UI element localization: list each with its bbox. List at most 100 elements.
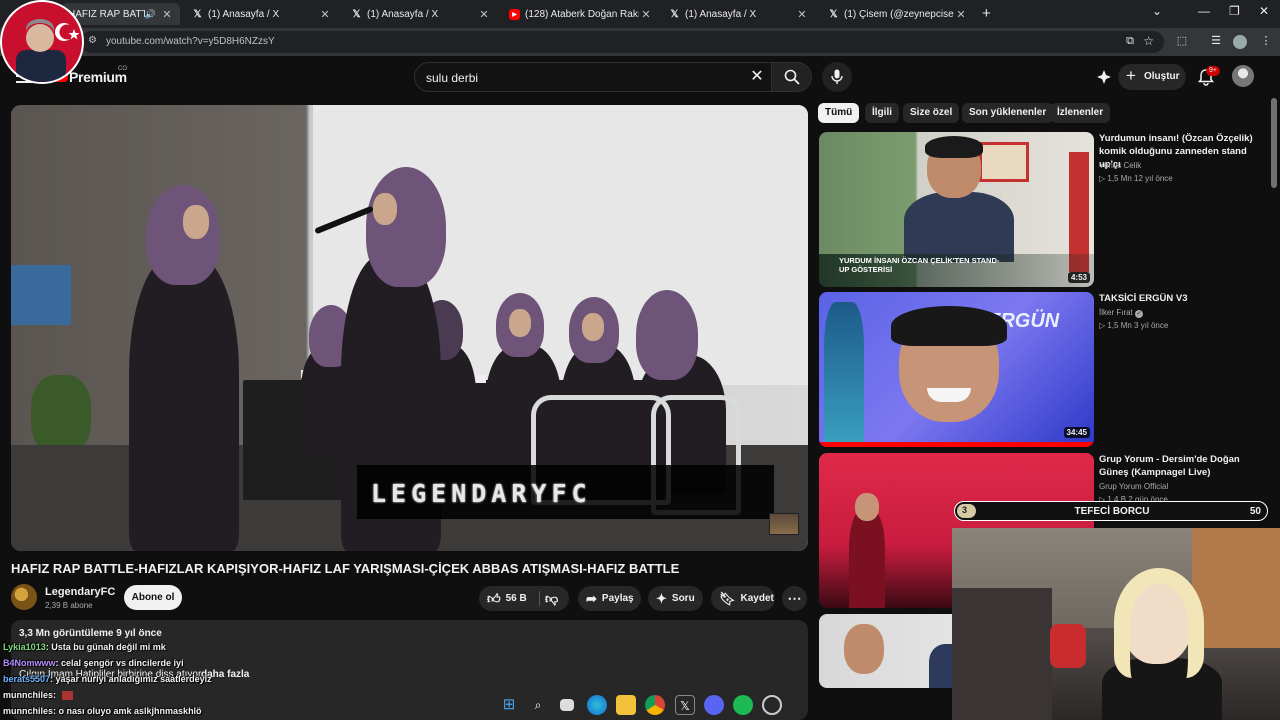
file-explorer-icon[interactable] <box>616 695 636 715</box>
clear-search-icon[interactable]: ✕ <box>747 67 767 87</box>
chat-emote <box>61 691 73 701</box>
thumbs-up-icon[interactable]: 👍︎ <box>487 591 501 607</box>
thumb-singer <box>849 508 885 608</box>
duration-badge: 4:53 <box>1067 272 1090 283</box>
new-tab-button[interactable]: + <box>982 5 991 22</box>
site-info-icon[interactable]: ⚙ <box>88 35 97 46</box>
browser-tab-bar: HAFIZ RAP BATTLE-HAFIZLAR 🔊 ✕ 𝕏 (1) Anas… <box>0 0 1280 28</box>
close-tab-icon[interactable]: ✕ <box>477 8 491 21</box>
tab-label: (1) Çisem (@zeynepcisemm) / X <box>844 8 954 20</box>
close-window-icon[interactable]: ✕ <box>1259 4 1269 18</box>
browser-toolbar: ⚙ youtube.com/watch?v=y5D8H6NZzsY ⧉ ☆ ⬚ … <box>0 28 1280 56</box>
profile-icon[interactable] <box>1233 35 1247 49</box>
task-view-icon[interactable] <box>560 699 574 711</box>
chip-watched[interactable]: İzlenenler <box>1050 103 1111 123</box>
views-and-date: 3,3 Mn görüntüleme 9 yıl önce <box>19 628 162 639</box>
tab-youtube-raki[interactable]: ▶ (128) Ataberk Doğan Rakı Tavsiye ✕ <box>503 3 659 25</box>
chip-all[interactable]: Tümü <box>818 103 860 123</box>
chat-message: munnchiles: o nası oluyo amk aslkjhnmask… <box>3 706 202 716</box>
ask-button[interactable]: ✦ Soru <box>648 586 703 611</box>
windows-taskbar: ⊞ ⌕ 𝕏 <box>495 690 795 720</box>
thumb-person-small <box>824 302 864 447</box>
close-tab-icon[interactable]: ✕ <box>318 8 332 21</box>
video-person <box>129 255 239 551</box>
x-icon: 𝕏 <box>352 8 361 20</box>
install-app-icon[interactable]: ⧉ <box>1126 35 1134 48</box>
channel-avatar[interactable] <box>11 584 37 610</box>
thumbs-down-icon[interactable]: 👎︎ <box>545 591 558 607</box>
create-button[interactable]: + Oluştur <box>1118 64 1186 90</box>
chat-user: munnchiles <box>3 690 54 700</box>
minimize-icon[interactable]: — <box>1198 4 1210 18</box>
recommendation-channel[interactable]: Yunus Celik <box>1099 161 1141 170</box>
chat-user: berats5507 <box>3 674 51 684</box>
voice-search-button[interactable] <box>822 62 852 92</box>
webcam-hair <box>1114 568 1204 678</box>
recommendation-channel[interactable]: Grup Yorum Official <box>1099 482 1168 491</box>
close-tab-icon[interactable]: ✕ <box>639 8 653 21</box>
tab-x-home-2[interactable]: 𝕏 (1) Anasayfa / X ✕ <box>345 3 497 25</box>
kebab-menu-icon[interactable]: ⋮ <box>1258 34 1274 50</box>
close-tab-icon[interactable]: ✕ <box>160 8 174 21</box>
watermark-text: LEGENDARYFC <box>371 479 592 508</box>
like-count[interactable]: 56 B <box>506 593 527 604</box>
bookmark-star-icon[interactable]: ☆ <box>1143 34 1154 48</box>
discord-icon[interactable] <box>704 695 724 715</box>
tab-x-cisem[interactable]: 𝕏 (1) Çisem (@zeynepcisemm) / X ✕ <box>822 3 974 25</box>
search-icon[interactable]: ⌕ <box>528 695 548 715</box>
more-actions-icon[interactable]: ⋯ <box>782 586 807 611</box>
video-player[interactable]: LEGENDARYFC <box>11 105 808 551</box>
chat-text: : <box>53 690 57 700</box>
recommendation-item[interactable]: YURDUM İNSANI ÖZCAN ÇELİK'TEN STAND-UP G… <box>819 132 1271 287</box>
address-bar[interactable]: ⚙ youtube.com/watch?v=y5D8H6NZzsY ⧉ ☆ <box>80 31 1164 53</box>
obs-icon[interactable] <box>762 695 782 715</box>
close-tab-icon[interactable]: ✕ <box>954 8 968 21</box>
chip-recently-uploaded[interactable]: Son yüklenenler <box>962 103 1054 123</box>
maximize-icon[interactable]: ❐ <box>1229 4 1240 18</box>
video-hijab <box>636 290 698 380</box>
tab-x-home-1[interactable]: 𝕏 (1) Anasayfa / X ✕ <box>186 3 338 25</box>
search-query[interactable]: sulu derbi <box>426 71 478 85</box>
notification-badge: 9+ <box>1206 66 1220 76</box>
page-scrollbar[interactable] <box>1271 98 1277 188</box>
account-avatar[interactable] <box>1232 65 1254 87</box>
sparkle-icon[interactable] <box>1096 69 1112 85</box>
mic-icon <box>831 69 843 84</box>
save-label: Kaydet <box>740 593 774 604</box>
recommendation-title[interactable]: Grup Yorum - Dersim'de Doğan Güneş (Kamp… <box>1099 453 1265 479</box>
extensions-icon[interactable]: ⬚ <box>1174 34 1190 50</box>
share-button[interactable]: ➦ Paylaş <box>578 586 641 611</box>
reading-list-icon[interactable]: ☰ <box>1208 34 1224 50</box>
tab-active-video[interactable]: HAFIZ RAP BATTLE-HAFIZLAR 🔊 ✕ <box>62 3 180 25</box>
tab-label: HAFIZ RAP BATTLE-HAFIZLAR <box>68 8 145 20</box>
search-input[interactable]: sulu derbi ✕ <box>414 62 772 92</box>
chrome-icon[interactable] <box>645 695 665 715</box>
youtube-header: Premium CO sulu derbi ✕ + Oluştur 9+ <box>0 56 1280 98</box>
url-text[interactable]: youtube.com/watch?v=y5D8H6NZzsY <box>106 36 275 47</box>
share-icon: ➦ <box>586 590 597 606</box>
recommendation-thumbnail[interactable]: YURDUM İNSANI ÖZCAN ÇELİK'TEN STAND-UP G… <box>819 132 1094 287</box>
edge-icon[interactable] <box>587 695 607 715</box>
speaker-icon[interactable]: 🔊 <box>145 9 156 20</box>
x-app-icon[interactable]: 𝕏 <box>675 695 695 715</box>
channel-watermark-thumb[interactable] <box>769 513 799 535</box>
recommendation-item[interactable]: ERGÜN 34:45 TAKSİCİ ERGÜN V3 İlker Fırat… <box>819 292 1271 447</box>
chip-for-you[interactable]: Size özel <box>903 103 960 123</box>
like-dislike-group: 👍︎ 56 B 👎︎ <box>479 586 569 611</box>
subscribe-button[interactable]: Abone ol <box>124 585 182 610</box>
verified-badge-icon: ✓ <box>1135 310 1144 318</box>
channel-name[interactable]: İlker Fırat <box>1099 308 1133 317</box>
spotify-icon[interactable] <box>733 695 753 715</box>
search-button[interactable] <box>772 62 812 92</box>
tab-x-home-3[interactable]: 𝕏 (1) Anasayfa / X ✕ <box>663 3 815 25</box>
tab-search-icon[interactable]: ⌄ <box>1152 4 1162 18</box>
close-tab-icon[interactable]: ✕ <box>795 8 809 21</box>
thumb-face <box>844 624 884 674</box>
recommendation-thumbnail[interactable]: ERGÜN 34:45 <box>819 292 1094 447</box>
recommendation-channel[interactable]: İlker Fırat ✓ <box>1099 308 1144 318</box>
recommendation-title[interactable]: TAKSİCİ ERGÜN V3 <box>1099 292 1265 305</box>
windows-start-icon[interactable]: ⊞ <box>499 695 519 715</box>
channel-name[interactable]: LegendaryFC <box>45 586 115 598</box>
chip-related[interactable]: İlgili <box>865 103 899 123</box>
save-button[interactable]: 🔖︎ Kaydet <box>711 586 775 611</box>
